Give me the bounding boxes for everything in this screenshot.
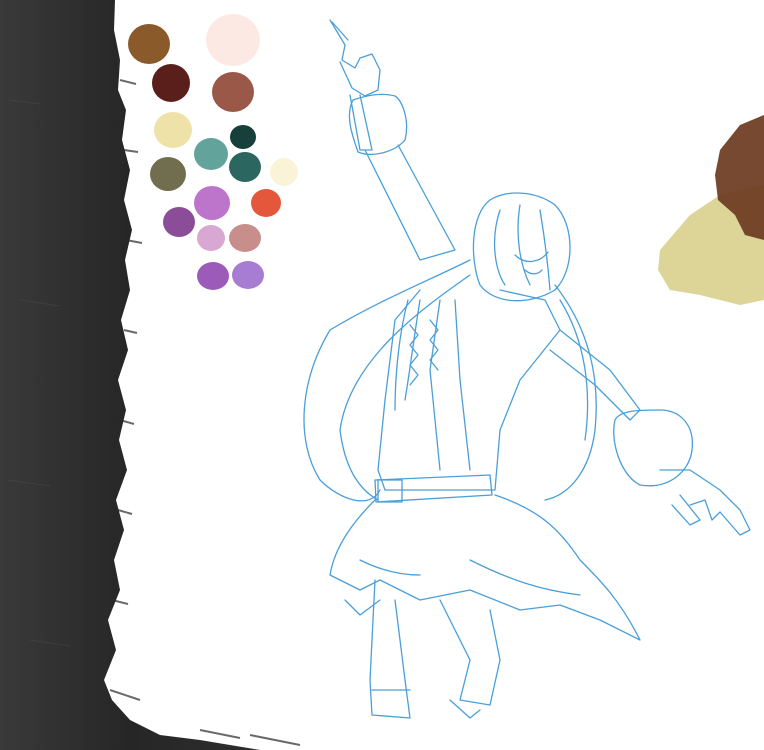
swatch-pale-yellow[interactable]	[154, 112, 192, 148]
swatch-purple[interactable]	[163, 207, 195, 237]
character-lineart-sketch	[303, 19, 751, 719]
swatch-copper-brown[interactable]	[212, 72, 254, 112]
swatch-red-orange[interactable]	[251, 189, 281, 217]
swatch-teal[interactable]	[194, 138, 228, 170]
swatch-deep-teal[interactable]	[229, 152, 261, 182]
drawing-canvas[interactable]	[0, 0, 764, 750]
color-paint-strokes	[658, 115, 764, 305]
swatch-violet[interactable]	[197, 262, 229, 290]
head-and-hair	[303, 192, 597, 502]
swatch-cream[interactable]	[270, 158, 298, 186]
swatch-olive[interactable]	[150, 157, 186, 191]
raised-left-arm	[329, 19, 456, 261]
legs	[369, 579, 501, 719]
swatch-brown[interactable]	[128, 24, 170, 64]
swatch-light-pink-lilac[interactable]	[197, 225, 225, 251]
swatch-dark-red-brown[interactable]	[152, 64, 190, 102]
dark-edge-brush-stroke	[0, 0, 301, 750]
right-arm	[549, 329, 751, 536]
yellow-paint-stroke	[658, 185, 764, 305]
swatch-dark-teal[interactable]	[230, 125, 256, 149]
swatch-dusty-rose[interactable]	[229, 224, 261, 252]
skirt	[329, 494, 641, 641]
swatch-lavender[interactable]	[232, 261, 264, 289]
brown-paint-stroke	[715, 115, 764, 240]
swatch-orchid[interactable]	[194, 186, 230, 220]
swatch-skin-pale[interactable]	[206, 14, 260, 66]
belt	[374, 474, 493, 503]
torso-jacket	[377, 289, 561, 491]
